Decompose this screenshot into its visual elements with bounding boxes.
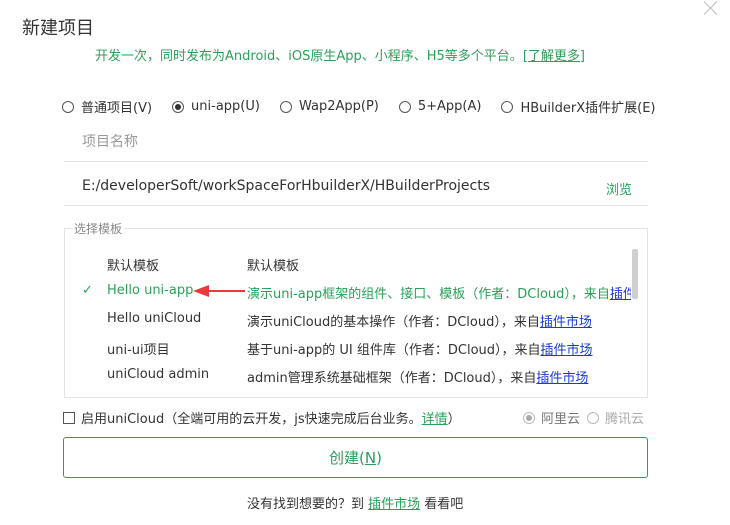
project-name-input[interactable] (64, 124, 648, 160)
template-name: uni-ui项目 (107, 343, 170, 358)
template-desc: 默认模板 (247, 259, 300, 274)
footer-plugin-market-link[interactable]: 插件市场 (368, 497, 420, 512)
template-item-hello-unicloud[interactable]: Hello uniCloud 演示uniCloud的基本操作（作者：DCloud… (65, 305, 631, 333)
radio-label: HBuilderX插件扩展(E) (520, 101, 656, 116)
subtitle-text: 开发一次，同时发布为Android、iOS原生App、小程序、H5等多个平台。 (95, 49, 523, 64)
provider-label: 阿里云 (541, 412, 581, 427)
radio-icon (587, 411, 599, 424)
project-type-group: 普通项目(V) uni-app(U) Wap2App(P) 5+App(A) H… (62, 97, 676, 116)
radio-label: 普通项目(V) (81, 101, 153, 116)
template-legend: 选择模板 (72, 220, 125, 237)
provider-aliyun[interactable]: 阿里云 (523, 408, 580, 427)
radio-hbuilderx-plugin[interactable]: HBuilderX插件扩展(E) (501, 97, 656, 116)
template-desc: 演示uniCloud的基本操作（作者：DCloud），来自插件市场 (247, 311, 631, 330)
radio-wap2app[interactable]: Wap2App(P) (279, 97, 379, 116)
radio-label: uni-app(U) (191, 99, 260, 114)
radio-icon (279, 100, 292, 113)
create-shortcut: N (364, 448, 377, 467)
footer-suffix: 看看吧 (420, 497, 464, 512)
plugin-market-link[interactable]: 插件市场 (540, 315, 592, 330)
plugin-market-link[interactable]: 插件市场 (536, 371, 588, 386)
template-desc: admin管理系统基础框架（作者：DCloud），来自插件市场 (247, 367, 631, 386)
project-path-field: E:/developerSoft/workSpaceForHbuilderX/H… (64, 168, 648, 206)
create-button[interactable]: 创建(N) (63, 437, 648, 478)
check-icon: ✓ (82, 283, 93, 298)
red-arrow-annotation (193, 285, 245, 297)
radio-5plus-app[interactable]: 5+App(A) (398, 97, 482, 116)
radio-icon (501, 100, 514, 113)
project-path-input[interactable]: E:/developerSoft/workSpaceForHbuilderX/H… (82, 178, 490, 194)
provider-tencent[interactable]: 腾讯云 (587, 408, 644, 427)
dialog-title: 新建项目 (22, 18, 94, 39)
footer-hint: 没有找到想要的？到 插件市场 看看吧 (247, 493, 463, 512)
radio-icon (62, 100, 74, 113)
radio-label: 5+App(A) (417, 99, 482, 114)
radio-icon (398, 100, 411, 113)
checkbox-icon[interactable] (63, 411, 75, 424)
template-desc-text: admin管理系统基础框架（作者：DCloud），来自 (247, 371, 537, 386)
template-item-hello-uni-app[interactable]: ✓ Hello uni-app 演示uni-app框架的组件、接口、模板（作者：… (65, 277, 631, 305)
template-name: Hello uni-app (107, 283, 194, 298)
radio-icon (523, 411, 535, 424)
radio-normal-project[interactable]: 普通项目(V) (62, 97, 152, 116)
template-desc-text: 基于uni-app的 UI 组件库（作者：DCloud），来自 (247, 343, 541, 358)
close-icon[interactable] (702, 0, 720, 18)
template-desc: 基于uni-app的 UI 组件库（作者：DCloud），来自插件市场 (247, 339, 631, 358)
template-item-uni-ui[interactable]: uni-ui项目 基于uni-app的 UI 组件库（作者：DCloud），来自… (65, 333, 631, 361)
unicloud-toggle[interactable]: 启用uniCloud（全端可用的云开发，js快速完成后台业务。 详情） (63, 408, 461, 427)
learn-more-link[interactable]: [了解更多] (523, 49, 585, 64)
unicloud-label-end: ） (447, 412, 461, 427)
radio-icon (172, 100, 185, 113)
plugin-market-link[interactable]: 插件市场 (541, 343, 593, 358)
unicloud-details-link[interactable]: 详情 (422, 408, 448, 427)
create-label: 创建( (329, 449, 365, 467)
template-scrollbar[interactable] (632, 249, 638, 299)
unicloud-label: 启用uniCloud（全端可用的云开发，js快速完成后台业务。 (81, 412, 422, 427)
template-desc: 演示uni-app框架的组件、接口、模板（作者：DCloud），来自插件市场 (247, 283, 631, 302)
provider-label: 腾讯云 (605, 412, 645, 427)
template-list: 默认模板 默认模板 ✓ Hello uni-app 演示uni-app框架的组件… (64, 228, 648, 398)
create-suffix: ) (376, 448, 382, 467)
footer-prefix: 没有找到想要的？到 (247, 497, 369, 512)
template-desc-text: 演示uniCloud的基本操作（作者：DCloud），来自 (247, 315, 540, 330)
plugin-market-link[interactable]: 插件市场 (610, 287, 631, 302)
dialog-subtitle: 开发一次，同时发布为Android、iOS原生App、小程序、H5等多个平台。[… (95, 45, 585, 64)
radio-label: Wap2App(P) (298, 99, 379, 114)
template-item-default[interactable]: 默认模板 默认模板 (65, 249, 631, 277)
template-name: Hello uniCloud (107, 311, 202, 326)
project-name-field (64, 124, 648, 162)
template-desc-text: 演示uni-app框架的组件、接口、模板（作者：DCloud），来自 (247, 287, 610, 302)
template-name: uniCloud admin (107, 367, 210, 382)
template-item-unicloud-admin[interactable]: uniCloud admin admin管理系统基础框架（作者：DCloud），… (65, 361, 631, 389)
browse-button[interactable]: 浏览 (606, 179, 632, 198)
radio-uni-app[interactable]: uni-app(U) (172, 97, 260, 116)
template-name: 默认模板 (107, 259, 160, 274)
